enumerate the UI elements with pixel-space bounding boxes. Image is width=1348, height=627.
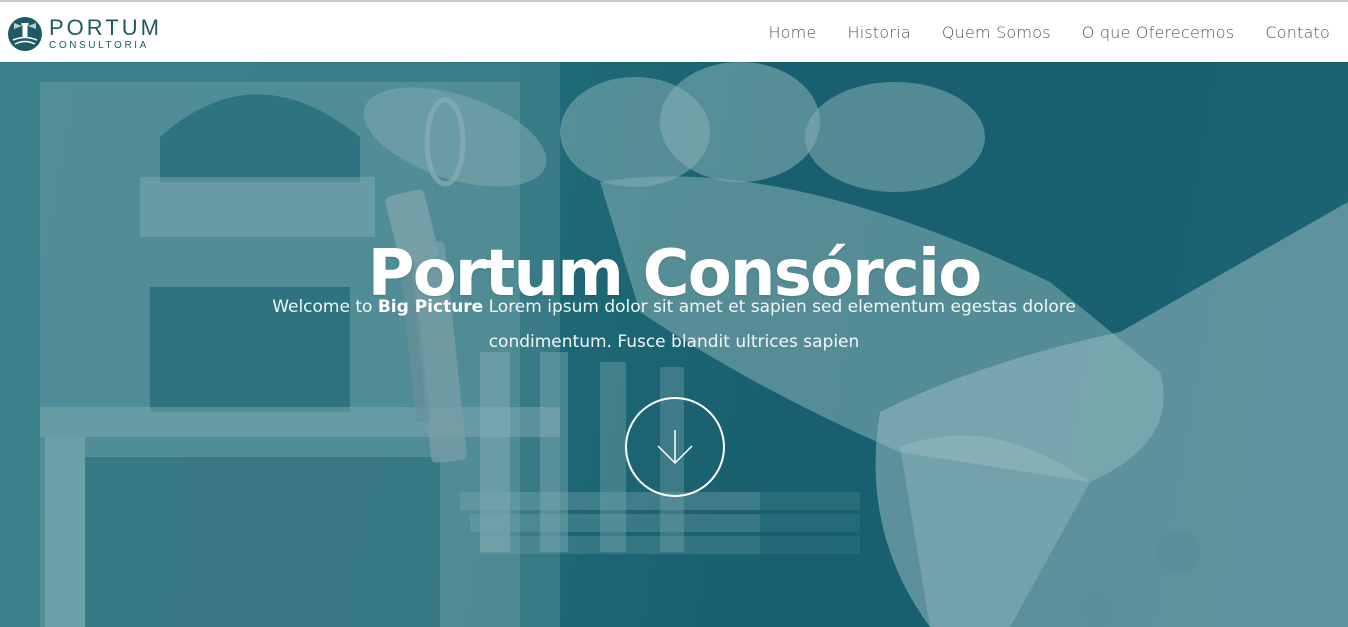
scroll-down-button[interactable] [625,397,725,497]
nav-item-historia[interactable]: Historia [848,23,911,42]
lighthouse-emblem-icon [8,17,42,51]
nav-item-o-que-oferecemos[interactable]: O que Oferecemos [1082,23,1235,42]
nav-item-quem-somos[interactable]: Quem Somos [942,23,1051,42]
main-nav: Home Historia Quem Somos O que Oferecemo… [737,2,1330,62]
brand-name: PORTUM [49,15,162,40]
hero-intro: Welcome to Big Picture Lorem ipsum dolor… [260,290,1088,360]
hero-intro-suffix: Lorem ipsum dolor sit amet et sapien sed… [483,297,1076,352]
brand-subtitle: CONSULTORIA [49,40,149,51]
hero-intro-prefix: Welcome to [272,297,378,317]
hero-banner: Portum Consórcio Welcome to Big Picture … [0,62,1348,627]
arrow-down-icon [657,430,693,465]
brand-wordmark: PORTUM CONSULTORIA [49,17,162,51]
nav-item-contato[interactable]: Contato [1265,23,1330,42]
nav-item-home[interactable]: Home [768,23,816,42]
site-header: PORTUM CONSULTORIA Home Historia Quem So… [0,2,1348,62]
brand-logo-link[interactable]: PORTUM CONSULTORIA [7,16,162,52]
hero-intro-bold: Big Picture [377,297,484,317]
